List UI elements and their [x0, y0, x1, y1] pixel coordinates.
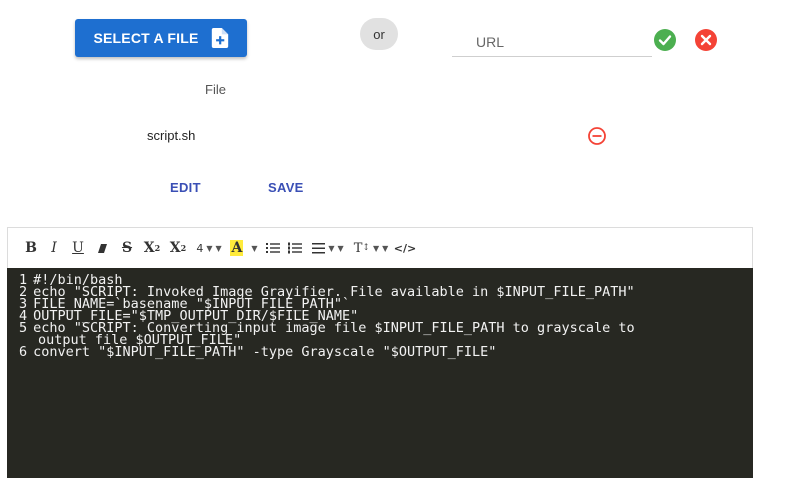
text-size-icon: T	[353, 240, 363, 256]
chevron-down-icon: ▼	[337, 243, 344, 253]
url-input[interactable]	[452, 28, 652, 57]
numbered-list-icon	[288, 242, 302, 254]
italic-button[interactable]: I	[42, 236, 66, 260]
chevron-down-icon: ▼	[372, 243, 380, 253]
or-label: or	[373, 26, 385, 42]
align-left-icon	[312, 242, 326, 253]
bullet-list-button[interactable]	[262, 236, 284, 260]
editor-toolbar: B I U S X2 X2 4 ▼ ▼ A ▼ ▼ ▼ T ↕ ▼ ▼ </>	[8, 228, 752, 268]
code-line: 6 convert "$INPUT_FILE_PATH" -type Graysc…	[19, 344, 753, 360]
chevron-down-icon: ▼	[382, 243, 389, 253]
font-size-dropdown[interactable]: T ↕ ▼ ▼	[350, 236, 392, 260]
file-name: script.sh	[147, 128, 196, 143]
remove-file-icon[interactable]	[587, 126, 607, 146]
code-view-button[interactable]: </>	[392, 236, 418, 260]
heading-dropdown[interactable]: 4 ▼ ▼	[192, 236, 226, 260]
subscript-button[interactable]: X2	[164, 236, 192, 260]
align-dropdown[interactable]: ▼ ▼	[306, 236, 350, 260]
select-file-button[interactable]: SELECT A FILE	[75, 19, 247, 57]
select-file-label: SELECT A FILE	[93, 30, 199, 46]
file-column-header: File	[205, 82, 226, 97]
or-separator: or	[360, 18, 398, 50]
superscript-button[interactable]: X2	[140, 236, 164, 260]
chevron-down-icon: ▼	[206, 243, 213, 253]
strikethrough-button[interactable]: S	[114, 236, 140, 260]
code-icon: </>	[393, 241, 417, 255]
cancel-url-icon[interactable]	[695, 29, 717, 51]
file-add-icon	[211, 28, 228, 48]
underline-button[interactable]: U	[66, 236, 90, 260]
eraser-button[interactable]	[90, 236, 114, 260]
chevron-down-icon: ▼	[328, 243, 335, 253]
code-text: convert "$INPUT_FILE_PATH" -type Graysca…	[33, 344, 497, 360]
eraser-icon	[97, 243, 107, 253]
bullet-list-icon	[266, 243, 280, 253]
save-button[interactable]: SAVE	[268, 180, 304, 195]
line-number: 5	[19, 320, 28, 336]
line-number: 6	[19, 344, 28, 360]
highlight-icon: A	[230, 240, 244, 256]
edit-button[interactable]: EDIT	[170, 180, 201, 195]
bold-button[interactable]: B	[20, 236, 42, 260]
numbered-list-button[interactable]	[284, 236, 306, 260]
code-editor: B I U S X2 X2 4 ▼ ▼ A ▼ ▼ ▼ T ↕ ▼ ▼ </> …	[7, 227, 753, 478]
code-content[interactable]: 1 #!/bin/bash 2 echo "SCRIPT: Invoked Image…	[7, 268, 753, 478]
confirm-url-icon[interactable]	[654, 29, 676, 51]
chevron-down-icon: ▼	[251, 243, 258, 253]
highlight-color-dropdown[interactable]: A ▼	[226, 236, 262, 260]
chevron-down-icon: ▼	[215, 243, 222, 253]
